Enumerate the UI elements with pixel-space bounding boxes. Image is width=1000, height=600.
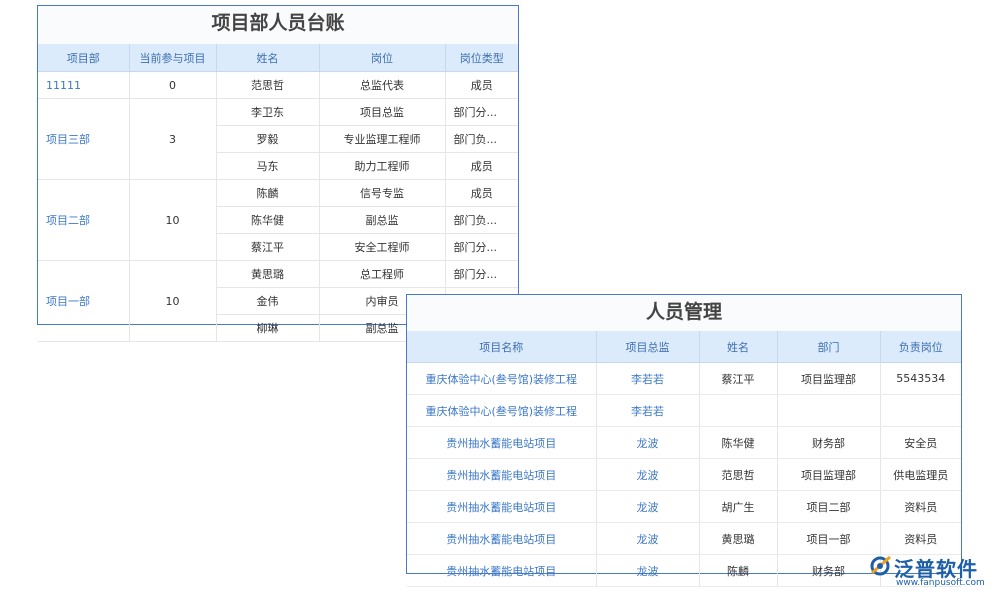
project-link[interactable]: 贵州抽水蓄能电站项目 (407, 458, 597, 491)
person-dept: 财务部 (777, 554, 881, 587)
person-name: 陈麟 (699, 554, 778, 587)
project-link[interactable]: 重庆体验中心(叁号馆)装修工程 (407, 394, 597, 427)
member-type: 成员 (445, 71, 518, 99)
personnel-header-row: 项目名称 项目总监 姓名 部门 负责岗位 (407, 331, 961, 363)
project-link[interactable]: 贵州抽水蓄能电站项目 (407, 426, 597, 459)
ledger-title: 项目部人员台账 (38, 6, 518, 44)
table-row: 项目三部 3 李卫东 项目总监 部门分... (38, 98, 518, 180)
project-link[interactable]: 贵州抽水蓄能电站项目 (407, 554, 597, 587)
director-link[interactable]: 龙波 (596, 554, 700, 587)
person-dept: 项目监理部 (777, 458, 881, 491)
member-name: 李卫东 (216, 98, 320, 126)
project-link[interactable]: 贵州抽水蓄能电站项目 (407, 522, 597, 555)
logo-url: www.fanpusoft.com (896, 578, 985, 588)
person-post: 资料员 (880, 490, 961, 523)
person-name: 黄思璐 (699, 522, 778, 555)
director-link[interactable]: 龙波 (596, 522, 700, 555)
member-name: 蔡江平 (216, 233, 320, 261)
personnel-col-project[interactable]: 项目名称 (407, 331, 597, 363)
dept-link[interactable]: 11111 (38, 71, 130, 99)
person-dept: 项目一部 (777, 522, 881, 555)
member-type: 部门分... (445, 233, 518, 261)
personnel-panel: 人员管理 项目名称 项目总监 姓名 部门 负责岗位 重庆体验中心(叁号馆)装修工… (406, 294, 962, 587)
table-row: 重庆体验中心(叁号馆)装修工程 李若若 蔡江平 项目监理部 5543534 (407, 362, 961, 395)
person-post (880, 394, 961, 427)
person-name: 蔡江平 (699, 362, 778, 395)
ledger-header-row: 项目部 当前参与项目 姓名 岗位 岗位类型 (38, 44, 518, 72)
person-name: 胡广生 (699, 490, 778, 523)
person-dept: 财务部 (777, 426, 881, 459)
table-row: 11111 0 范思哲 总监代表 成员 (38, 71, 518, 99)
person-dept: 项目二部 (777, 490, 881, 523)
person-dept (777, 394, 881, 427)
member-name: 范思哲 (216, 71, 320, 99)
personnel-col-name[interactable]: 姓名 (699, 331, 778, 363)
member-name: 陈麟 (216, 179, 320, 207)
ledger-col-count[interactable]: 当前参与项目 (129, 44, 217, 72)
personnel-title: 人员管理 (407, 295, 961, 331)
table-row: 项目二部 10 陈麟 信号专监 成员 (38, 179, 518, 261)
member-post: 总监代表 (319, 71, 446, 99)
director-link[interactable]: 李若若 (596, 394, 700, 427)
table-row: 贵州抽水蓄能电站项目 龙波 范思哲 项目监理部 供电监理员 (407, 458, 961, 491)
fanpu-logo-icon (870, 555, 891, 576)
table-row: 贵州抽水蓄能电站项目 龙波 陈华健 财务部 安全员 (407, 426, 961, 459)
ledger-col-name[interactable]: 姓名 (216, 44, 320, 72)
member-name: 黄思璐 (216, 260, 320, 288)
table-row: 重庆体验中心(叁号馆)装修工程 李若若 (407, 394, 961, 427)
dept-link[interactable]: 项目二部 (38, 179, 130, 261)
project-count: 3 (129, 98, 217, 180)
table-row: 贵州抽水蓄能电站项目 龙波 黄思璐 项目一部 资料员 (407, 522, 961, 555)
project-count: 0 (129, 71, 217, 99)
personnel-table: 项目名称 项目总监 姓名 部门 负责岗位 重庆体验中心(叁号馆)装修工程 李若若… (407, 331, 961, 587)
member-type: 部门负... (445, 206, 518, 234)
member-name: 马东 (216, 152, 320, 180)
member-type: 部门负... (445, 125, 518, 153)
member-post: 副总监 (319, 206, 446, 234)
project-count: 10 (129, 179, 217, 261)
person-post: 5543534 (880, 362, 961, 395)
member-post: 助力工程师 (319, 152, 446, 180)
member-name: 陈华健 (216, 206, 320, 234)
project-link[interactable]: 重庆体验中心(叁号馆)装修工程 (407, 362, 597, 395)
person-post: 安全员 (880, 426, 961, 459)
dept-link[interactable]: 项目三部 (38, 98, 130, 180)
person-dept: 项目监理部 (777, 362, 881, 395)
director-link[interactable]: 龙波 (596, 458, 700, 491)
member-type: 部门分... (445, 98, 518, 126)
table-row: 项目一部 10 黄思璐 总工程师 部门分... (38, 260, 518, 342)
member-post: 安全工程师 (319, 233, 446, 261)
director-link[interactable]: 龙波 (596, 490, 700, 523)
member-post: 专业监理工程师 (319, 125, 446, 153)
ledger-col-dept[interactable]: 项目部 (38, 44, 130, 72)
personnel-col-director[interactable]: 项目总监 (596, 331, 700, 363)
member-type: 部门分... (445, 260, 518, 288)
table-row: 贵州抽水蓄能电站项目 龙波 胡广生 项目二部 资料员 (407, 490, 961, 523)
director-link[interactable]: 李若若 (596, 362, 700, 395)
member-name: 罗毅 (216, 125, 320, 153)
ledger-panel: 项目部人员台账 项目部 当前参与项目 姓名 岗位 岗位类型 11111 0 范思… (37, 5, 519, 342)
member-name: 柳琳 (216, 314, 320, 342)
person-name: 范思哲 (699, 458, 778, 491)
member-type: 成员 (445, 152, 518, 180)
ledger-col-type[interactable]: 岗位类型 (445, 44, 518, 72)
person-name: 陈华健 (699, 426, 778, 459)
member-post: 信号专监 (319, 179, 446, 207)
person-post: 供电监理员 (880, 458, 961, 491)
member-type: 成员 (445, 179, 518, 207)
project-link[interactable]: 贵州抽水蓄能电站项目 (407, 490, 597, 523)
director-link[interactable]: 龙波 (596, 426, 700, 459)
member-post: 总工程师 (319, 260, 446, 288)
ledger-col-post[interactable]: 岗位 (319, 44, 446, 72)
dept-link[interactable]: 项目一部 (38, 260, 130, 342)
person-post: 资料员 (880, 522, 961, 555)
project-count: 10 (129, 260, 217, 342)
member-post: 项目总监 (319, 98, 446, 126)
personnel-col-dept[interactable]: 部门 (777, 331, 881, 363)
personnel-col-post[interactable]: 负责岗位 (880, 331, 961, 363)
person-name (699, 394, 778, 427)
member-name: 金伟 (216, 287, 320, 315)
fanpu-logo: 泛普软件 www.fanpusoft.com (868, 551, 996, 591)
